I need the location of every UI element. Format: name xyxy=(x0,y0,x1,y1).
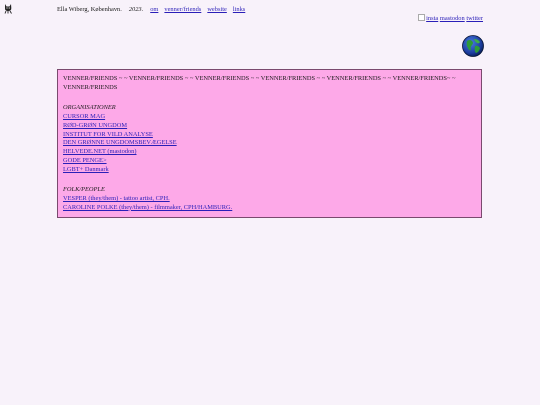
list-item: HELVEDE.NET (mastodon) xyxy=(63,148,476,157)
list-item: LGBT+ Danmark xyxy=(63,166,476,175)
section-title-organisations: ORGANISATIONER xyxy=(63,103,116,111)
link-helvede-net[interactable]: HELVEDE.NET (mastodon) xyxy=(63,148,136,155)
social-link-mastodon[interactable]: mastodon xyxy=(440,15,465,22)
list-item: CURSOR MAG xyxy=(63,113,476,122)
panel-heading: VENNER/FRIENDS ~ ~ VENNER/FRIENDS ~ ~ VE… xyxy=(63,75,456,91)
author-location: Ella Wiberg, København. xyxy=(57,6,122,13)
year: 2023. xyxy=(128,6,144,13)
globe-icon xyxy=(462,35,484,57)
link-lgbt-danmark[interactable]: LGBT+ Danmark xyxy=(63,166,109,173)
nav-link-venner-friends[interactable]: venner/friends xyxy=(164,6,201,13)
nav-link-website[interactable]: website xyxy=(207,6,227,13)
list-item: RØD-GRØN UNGDOM xyxy=(63,122,476,131)
list-item: VESPER (they/them) - tattoo artist, CPH. xyxy=(63,195,476,204)
top-bar: Ella Wiberg, København. 2023. om venner/fri… xyxy=(57,5,245,14)
list-item: GODE PENGE> xyxy=(63,157,476,166)
link-cursor-mag[interactable]: CURSOR MAG xyxy=(63,113,105,120)
page: Ella Wiberg, København. 2023. om venner/fri… xyxy=(0,0,540,405)
nav-link-om[interactable]: om xyxy=(150,6,158,13)
link-vesper[interactable]: VESPER (they/them) - tattoo artist, CPH. xyxy=(63,195,170,202)
link-institut-for-vild-analyse[interactable]: INSTITUT FOR VILD ANALYSE xyxy=(63,131,153,138)
link-gode-penge[interactable]: GODE PENGE> xyxy=(63,157,107,164)
friends-panel: VENNER/FRIENDS ~ ~ VENNER/FRIENDS ~ ~ VE… xyxy=(57,69,482,218)
section-organisations: ORGANISATIONER CURSOR MAG RØD-GRØN UNGDO… xyxy=(63,104,476,175)
social-links: insta mastodon twitter xyxy=(418,14,483,23)
link-caroline-polke[interactable]: CAROLINE POLKE (they/them) - filmmaker, … xyxy=(63,204,232,211)
list-item: INSTITUT FOR VILD ANALYSE xyxy=(63,131,476,140)
organisations-list: CURSOR MAG RØD-GRØN UNGDOM INSTITUT FOR … xyxy=(63,113,476,175)
broken-image-icon xyxy=(418,14,426,21)
social-link-insta[interactable]: insta xyxy=(426,15,438,22)
list-item: CAROLINE POLKE (they/them) - filmmaker, … xyxy=(63,204,476,213)
cat-icon xyxy=(4,4,12,14)
people-list: VESPER (they/them) - tattoo artist, CPH.… xyxy=(63,195,476,213)
section-title-people: FOLK/PEOPLE xyxy=(63,186,105,194)
link-den-gronne-ungdomsbevaegelse[interactable]: DEN GRØNNE UNGDOMSBEVÆGELSE xyxy=(63,139,177,146)
section-people: FOLK/PEOPLE VESPER (they/them) - tattoo … xyxy=(63,186,476,213)
link-rod-gron-ungdom[interactable]: RØD-GRØN UNGDOM xyxy=(63,122,127,129)
nav-link-links[interactable]: links xyxy=(233,6,245,13)
social-link-twitter[interactable]: twitter xyxy=(466,15,483,22)
list-item: DEN GRØNNE UNGDOMSBEVÆGELSE xyxy=(63,139,476,148)
